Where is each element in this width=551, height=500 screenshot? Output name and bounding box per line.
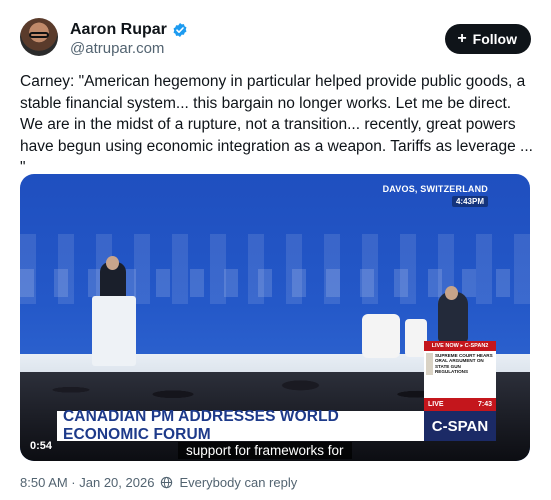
capitol-thumbnail: [426, 353, 433, 375]
follow-button[interactable]: + Follow: [445, 24, 531, 54]
globe-icon: [161, 476, 173, 489]
live-bar: LIVE 7:43: [424, 398, 496, 411]
follow-button-label: Follow: [472, 31, 517, 47]
location-label: DAVOS, SWITZERLAND: [382, 184, 488, 194]
video-duration: 0:54: [30, 440, 53, 452]
author-avatar[interactable]: [20, 18, 58, 56]
post-header: Aaron Rupar @atrupar.com + Follow: [20, 18, 531, 60]
author-name-row: Aaron Rupar: [70, 21, 188, 39]
video-player[interactable]: DAVOS, SWITZERLAND 4:43PM LIVE NOW ▸ C-S…: [20, 174, 530, 461]
plus-icon: +: [457, 30, 467, 47]
author-name[interactable]: Aaron Rupar: [70, 21, 167, 39]
verified-badge-icon: [173, 23, 187, 37]
video-caption: support for frameworks for: [178, 442, 352, 459]
stage-chair: [362, 314, 400, 358]
network-logo: C-SPAN: [424, 411, 496, 441]
post-timestamp[interactable]: 8:50 AM · Jan 20, 2026: [20, 475, 154, 490]
post-text: Carney: "American hegemony in particular…: [20, 73, 533, 176]
live-time: 7:43: [477, 401, 492, 408]
live-label: LIVE: [428, 401, 444, 408]
seated-figure-head: [445, 286, 458, 300]
broadcast-clock: 4:43PM: [451, 196, 488, 207]
lower-third-banner: CANADIAN PM ADDRESSES WORLD ECONOMIC FOR…: [57, 408, 424, 443]
reply-setting: Everybody can reply: [179, 475, 298, 490]
post-footer: 8:50 AM · Jan 20, 2026 Everybody can rep…: [20, 475, 297, 490]
speaker-head: [106, 256, 119, 270]
live-now-header: LIVE NOW ▸ C-SPAN2: [424, 341, 496, 351]
live-now-description: SUPREME COURT HEARS ORAL ARGUMENT ON STA…: [434, 353, 493, 375]
podium: [92, 296, 136, 366]
author-handle[interactable]: @atrupar.com: [70, 40, 164, 57]
